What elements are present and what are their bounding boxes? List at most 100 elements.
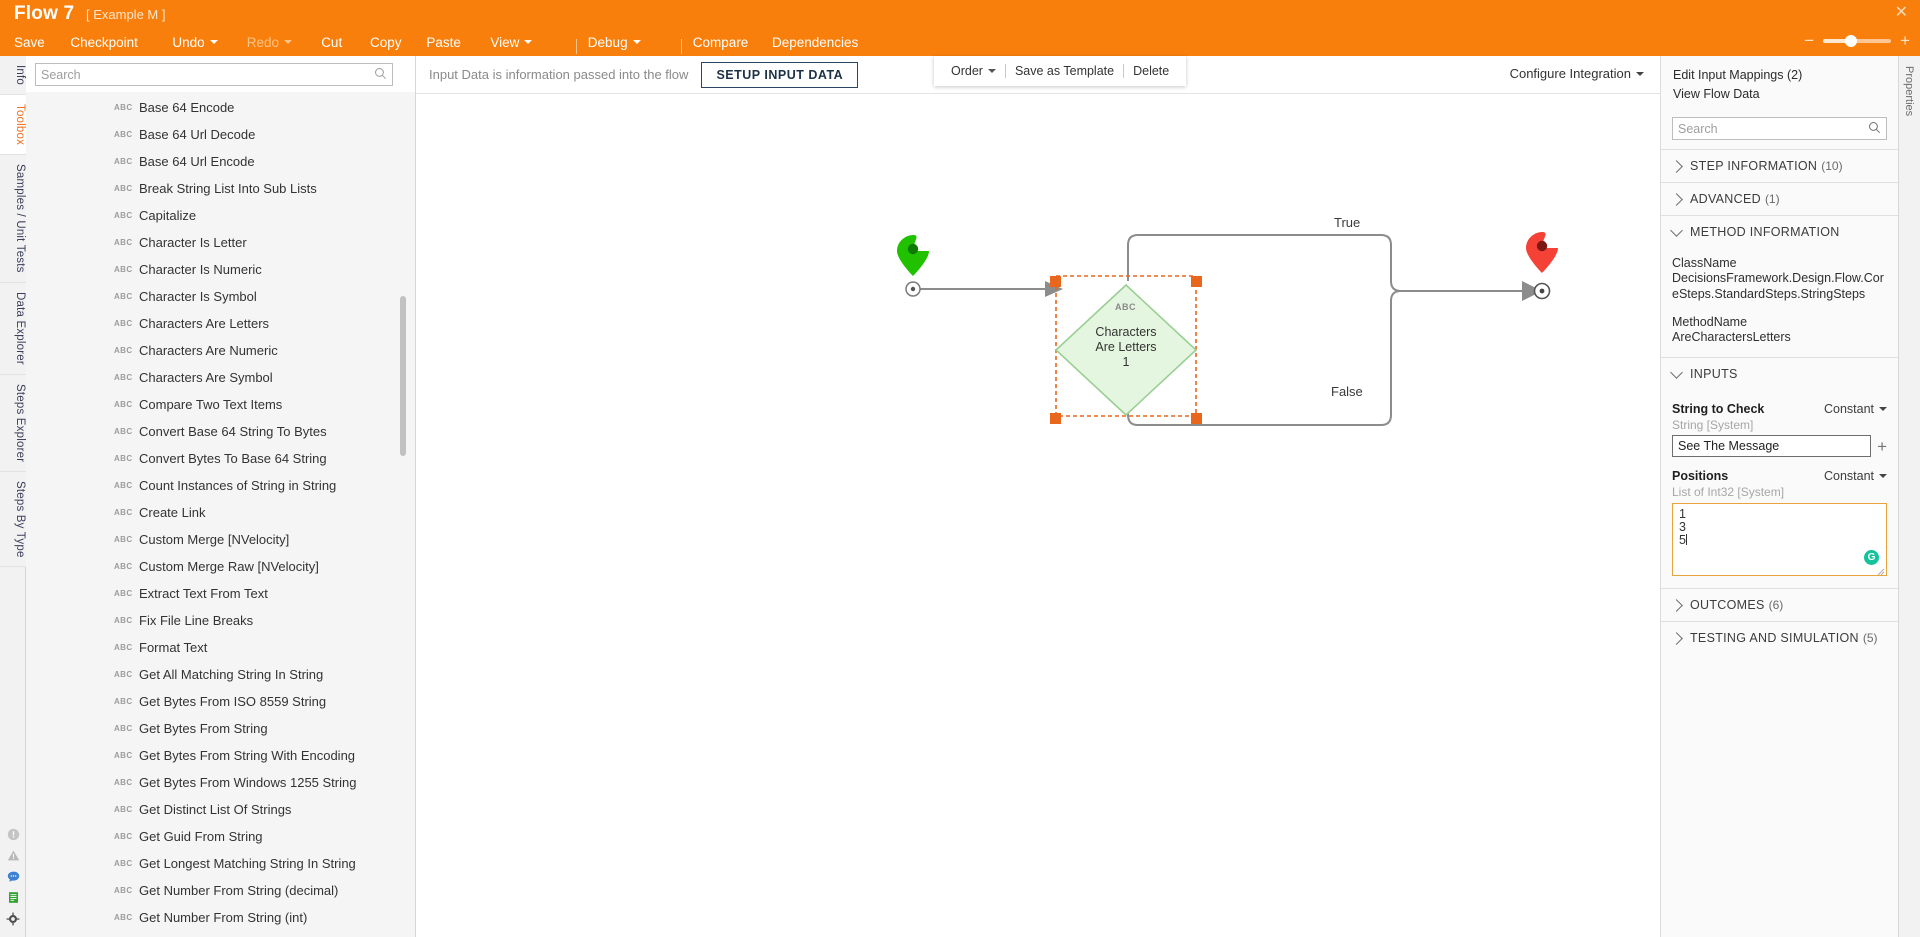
toolbox-item[interactable]: ABC Get Bytes From String With Encoding — [26, 742, 415, 769]
menu-item-paste[interactable]: Paste — [426, 32, 461, 50]
search-icon[interactable] — [1868, 121, 1881, 139]
rail-tab-steps-explorer[interactable]: Steps Explorer — [0, 374, 26, 472]
plus-icon[interactable]: + — [1877, 438, 1887, 455]
chevron-down-icon — [1879, 473, 1887, 478]
menu-item-copy[interactable]: Copy — [370, 32, 402, 50]
panel-search-input[interactable] — [1673, 118, 1886, 139]
field-mode-dropdown[interactable]: Constant — [1824, 469, 1887, 483]
toolbox-item[interactable]: ABC Fix File Line Breaks — [26, 607, 415, 634]
toolbox-item[interactable]: ABC Extract Text From Text — [26, 580, 415, 607]
toolbox-item[interactable]: ABC Character Is Letter — [26, 229, 415, 256]
menu-item-debug[interactable]: Debug — [588, 32, 641, 50]
section-step-information[interactable]: STEP INFORMATION (10) — [1661, 149, 1898, 182]
toolbox-item-label: Get Longest Matching String In String — [139, 856, 356, 871]
settings-bug-icon[interactable] — [0, 908, 26, 929]
rail-tab-info[interactable]: Info — [0, 56, 26, 95]
toolbox-item[interactable]: ABC Convert Bytes To Base 64 String — [26, 445, 415, 472]
chat-icon[interactable] — [0, 866, 26, 887]
resize-handle-se — [1191, 413, 1202, 424]
menu-item-dependencies[interactable]: Dependencies — [772, 32, 858, 50]
toolbox-item[interactable]: ABC Get Bytes From Windows 1255 String — [26, 769, 415, 796]
toolbox-item[interactable]: ABC Get Distinct List Of Strings — [26, 796, 415, 823]
toolbox-panel: ABCBase 64 EncodeABCBase 64 Url DecodeAB… — [26, 56, 416, 937]
zoom-in-icon[interactable]: + — [1900, 32, 1910, 49]
toolbox-item[interactable]: ABC Characters Are Letters — [26, 310, 415, 337]
section-method-information[interactable]: METHOD INFORMATION — [1661, 215, 1898, 248]
toolbox-search[interactable] — [35, 63, 393, 86]
save-as-template-button[interactable]: Save as Template — [1009, 64, 1120, 78]
zoom-slider-knob[interactable] — [1845, 34, 1858, 47]
toolbox-item[interactable]: ABC Create Link — [26, 499, 415, 526]
rail-tab-data-explorer[interactable]: Data Explorer — [0, 282, 26, 375]
menu-item-cut[interactable]: Cut — [321, 32, 342, 50]
menu-item-checkpoint[interactable]: Checkpoint — [70, 32, 138, 50]
toolbox-search-wrapper — [26, 56, 415, 92]
toolbox-item[interactable]: ABC Custom Merge [NVelocity] — [26, 526, 415, 553]
string-to-check-input[interactable] — [1672, 435, 1872, 457]
input-data-description: Input Data is information passed into th… — [429, 67, 689, 82]
toolbox-item[interactable]: ABC Characters Are Symbol — [26, 364, 415, 391]
toolbox-item[interactable]: ABC Custom Merge Raw [NVelocity] — [26, 553, 415, 580]
toolbox-scrollbar-thumb[interactable] — [400, 296, 406, 456]
menu-item-view[interactable]: View — [490, 32, 533, 50]
toolbox-item-label: Character Is Symbol — [139, 289, 257, 304]
toolbox-list[interactable]: ABC Base 64 Encode ABC Base 64 Url Decode AB… — [26, 94, 415, 937]
order-dropdown[interactable]: Order — [945, 64, 1002, 78]
toolbox-item[interactable]: ABC Get Guid From String — [26, 823, 415, 850]
setup-input-data-button[interactable]: SETUP INPUT DATA — [701, 61, 859, 88]
section-testing-and-simulation[interactable]: TESTING AND SIMULATION (5) — [1661, 621, 1898, 654]
toolbox-item[interactable]: ABC Capitalize — [26, 202, 415, 229]
rail-tab-samples-unit-tests[interactable]: Samples / Unit Tests — [0, 155, 26, 283]
menu-item-undo[interactable]: Undo — [172, 32, 218, 50]
rail-tab-steps-by-type[interactable]: Steps By Type — [0, 471, 26, 568]
grammarly-badge-icon[interactable]: G — [1864, 550, 1879, 565]
order-label: Order — [951, 64, 983, 78]
positions-line-3-text: 5 — [1679, 533, 1686, 547]
zoom-control[interactable]: − + — [1804, 32, 1910, 49]
field-mode-dropdown[interactable]: Constant — [1824, 402, 1887, 416]
rail-tab-toolbox[interactable]: Toolbox — [0, 94, 26, 156]
toolbox-item[interactable]: ABC Break String List Into Sub Lists — [26, 175, 415, 202]
flow-canvas[interactable]: ABC Characters Are Letters 1 True False — [416, 95, 1660, 937]
toolbox-item[interactable]: ABC Format Text — [26, 634, 415, 661]
toolbox-item[interactable]: ABC Get All Matching String In String — [26, 661, 415, 688]
section-inputs[interactable]: INPUTS — [1661, 357, 1898, 390]
toolbox-item[interactable]: ABC Base 64 Encode — [26, 94, 415, 121]
toolbox-item[interactable]: ABC Get Bytes From String — [26, 715, 415, 742]
flow-diagram[interactable] — [416, 95, 1660, 937]
toolbox-item[interactable]: ABC Character Is Symbol — [26, 283, 415, 310]
search-input[interactable] — [36, 64, 392, 85]
properties-tab[interactable]: Properties — [1899, 56, 1919, 126]
zoom-out-icon[interactable]: − — [1804, 32, 1814, 49]
menu-item-save[interactable]: Save — [14, 32, 45, 50]
resize-grip-icon[interactable] — [1877, 566, 1885, 575]
positions-textarea[interactable]: 1 3 5 G — [1672, 503, 1887, 576]
toolbox-item[interactable]: ABC Character Is Numeric — [26, 256, 415, 283]
toolbox-item[interactable]: ABC Get Bytes From ISO 8559 String — [26, 688, 415, 715]
zoom-slider-track[interactable] — [1823, 34, 1892, 47]
toolbox-item[interactable]: ABC Count Instances of String in String — [26, 472, 415, 499]
search-icon[interactable] — [374, 67, 387, 85]
section-outcomes[interactable]: OUTCOMES (6) — [1661, 588, 1898, 621]
toolbox-item[interactable]: ABC Compare Two Text Items — [26, 391, 415, 418]
toolbox-item[interactable]: ABC Base 64 Url Encode — [26, 148, 415, 175]
error-icon[interactable] — [0, 824, 26, 845]
view-flow-data-link[interactable]: View Flow Data — [1673, 85, 1886, 104]
delete-button[interactable]: Delete — [1127, 64, 1175, 78]
edit-input-mappings-link[interactable]: Edit Input Mappings (2) — [1673, 66, 1886, 85]
close-icon[interactable]: ✕ — [1895, 5, 1908, 21]
toolbox-item[interactable]: ABC Get Number From String (decimal) — [26, 877, 415, 904]
field-type: String [System] — [1672, 418, 1754, 432]
toolbox-item[interactable]: ABC Base 64 Url Decode — [26, 121, 415, 148]
menu-item-compare[interactable]: Compare — [693, 32, 749, 50]
warning-icon[interactable] — [0, 845, 26, 866]
document-icon[interactable] — [0, 887, 26, 908]
panel-search[interactable] — [1672, 117, 1887, 140]
toolbox-item[interactable]: ABC Characters Are Numeric — [26, 337, 415, 364]
toolbox-item[interactable]: ABC Convert Base 64 String To Bytes — [26, 418, 415, 445]
section-advanced[interactable]: ADVANCED (1) — [1661, 182, 1898, 215]
configure-integration-dropdown[interactable]: Configure Integration — [1510, 66, 1644, 81]
toolbox-item[interactable]: ABC Get Longest Matching String In String — [26, 850, 415, 877]
positions-line-1: 1 — [1679, 507, 1686, 521]
toolbox-item[interactable]: ABC Get Number From String (int) — [26, 904, 415, 931]
